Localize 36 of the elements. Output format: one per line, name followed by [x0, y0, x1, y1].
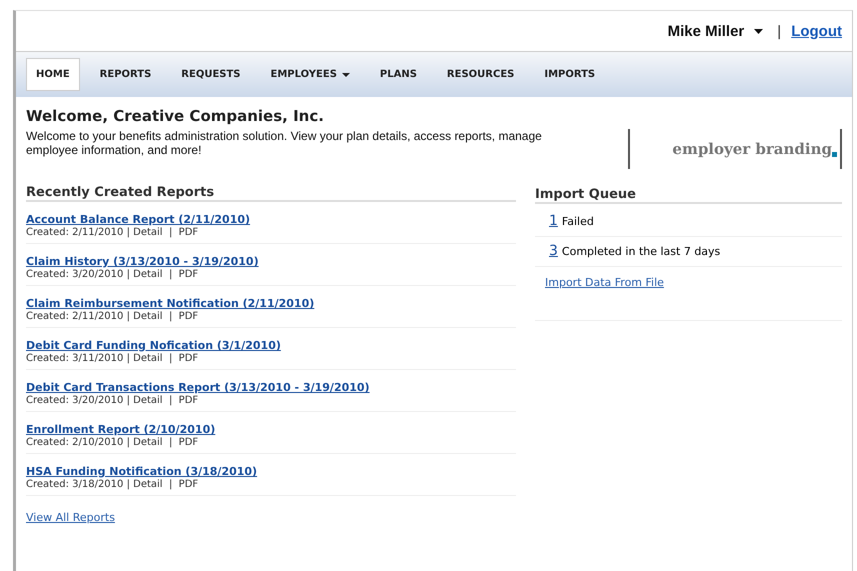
report-meta: Created: 3/20/2010 | Detail | PDF	[26, 395, 200, 406]
report-meta: Created: 2/11/2010 | Detail | PDF	[26, 311, 200, 322]
queue-label: Completed in the last 7 days	[562, 245, 720, 258]
report-link[interactable]: Debit Card Transactions Report (3/13/2010 - 3/19/2010)	[26, 381, 370, 394]
nav-tab[interactable]: REQUESTS	[171, 58, 251, 91]
logout-link[interactable]: Logout	[791, 22, 842, 40]
nav-tab[interactable]: IMPORTS	[534, 58, 606, 91]
nav-tab[interactable]: REPORTS	[90, 58, 162, 91]
report-link[interactable]: HSA Funding Notification (3/18/2010)	[26, 465, 258, 478]
report-meta: Created: 3/18/2010 | Detail | PDF	[26, 479, 200, 490]
separator: |	[777, 22, 782, 40]
nav-tab[interactable]: RESOURCES	[436, 58, 524, 91]
welcome-title: Welcome, Creative Companies, Inc.	[26, 107, 325, 125]
count-link[interactable]: 3	[549, 243, 558, 259]
report-link[interactable]: Enrollment Report (2/10/2010)	[26, 423, 216, 436]
section-title: Recently Created Reports	[26, 185, 516, 202]
report-link[interactable]: Claim History (3/13/2010 - 3/19/2010)	[26, 255, 259, 268]
branding-logo: employer branding	[628, 129, 842, 169]
count-link[interactable]: 1	[549, 213, 558, 229]
nav-tab[interactable]: PLANS	[370, 58, 427, 91]
nav-tab[interactable]: EMPLOYEES	[260, 58, 360, 91]
queue-label: Failed	[562, 215, 594, 228]
import-link[interactable]: Import Data From File	[545, 276, 664, 289]
report-meta: Created: 2/10/2010 | Detail | PDF	[26, 437, 200, 448]
view-all-link[interactable]: View All Reports	[26, 511, 115, 524]
nav-tab[interactable]: HOME	[26, 58, 80, 91]
report-meta: Created: 3/11/2010 | Detail | PDF	[26, 353, 200, 364]
report-link[interactable]: Account Balance Report (2/11/2010)	[26, 213, 250, 226]
welcome-text: Welcome to your benefits administration solution. View your plan details, access reports, manage employee information, and more!	[26, 129, 543, 159]
user-menu[interactable]: Mike Miller	[668, 22, 744, 40]
report-link[interactable]: Claim Reimbursement Notification (2/11/2010)	[26, 297, 314, 310]
caret-icon[interactable]	[754, 28, 764, 34]
report-link[interactable]: Debit Card Funding Nofication (3/1/2010)	[26, 339, 281, 352]
report-meta: Created: 2/11/2010 | Detail | PDF	[26, 227, 200, 238]
report-meta: Created: 3/20/2010 | Detail | PDF	[26, 269, 200, 280]
section-title: Import Queue	[535, 187, 842, 204]
